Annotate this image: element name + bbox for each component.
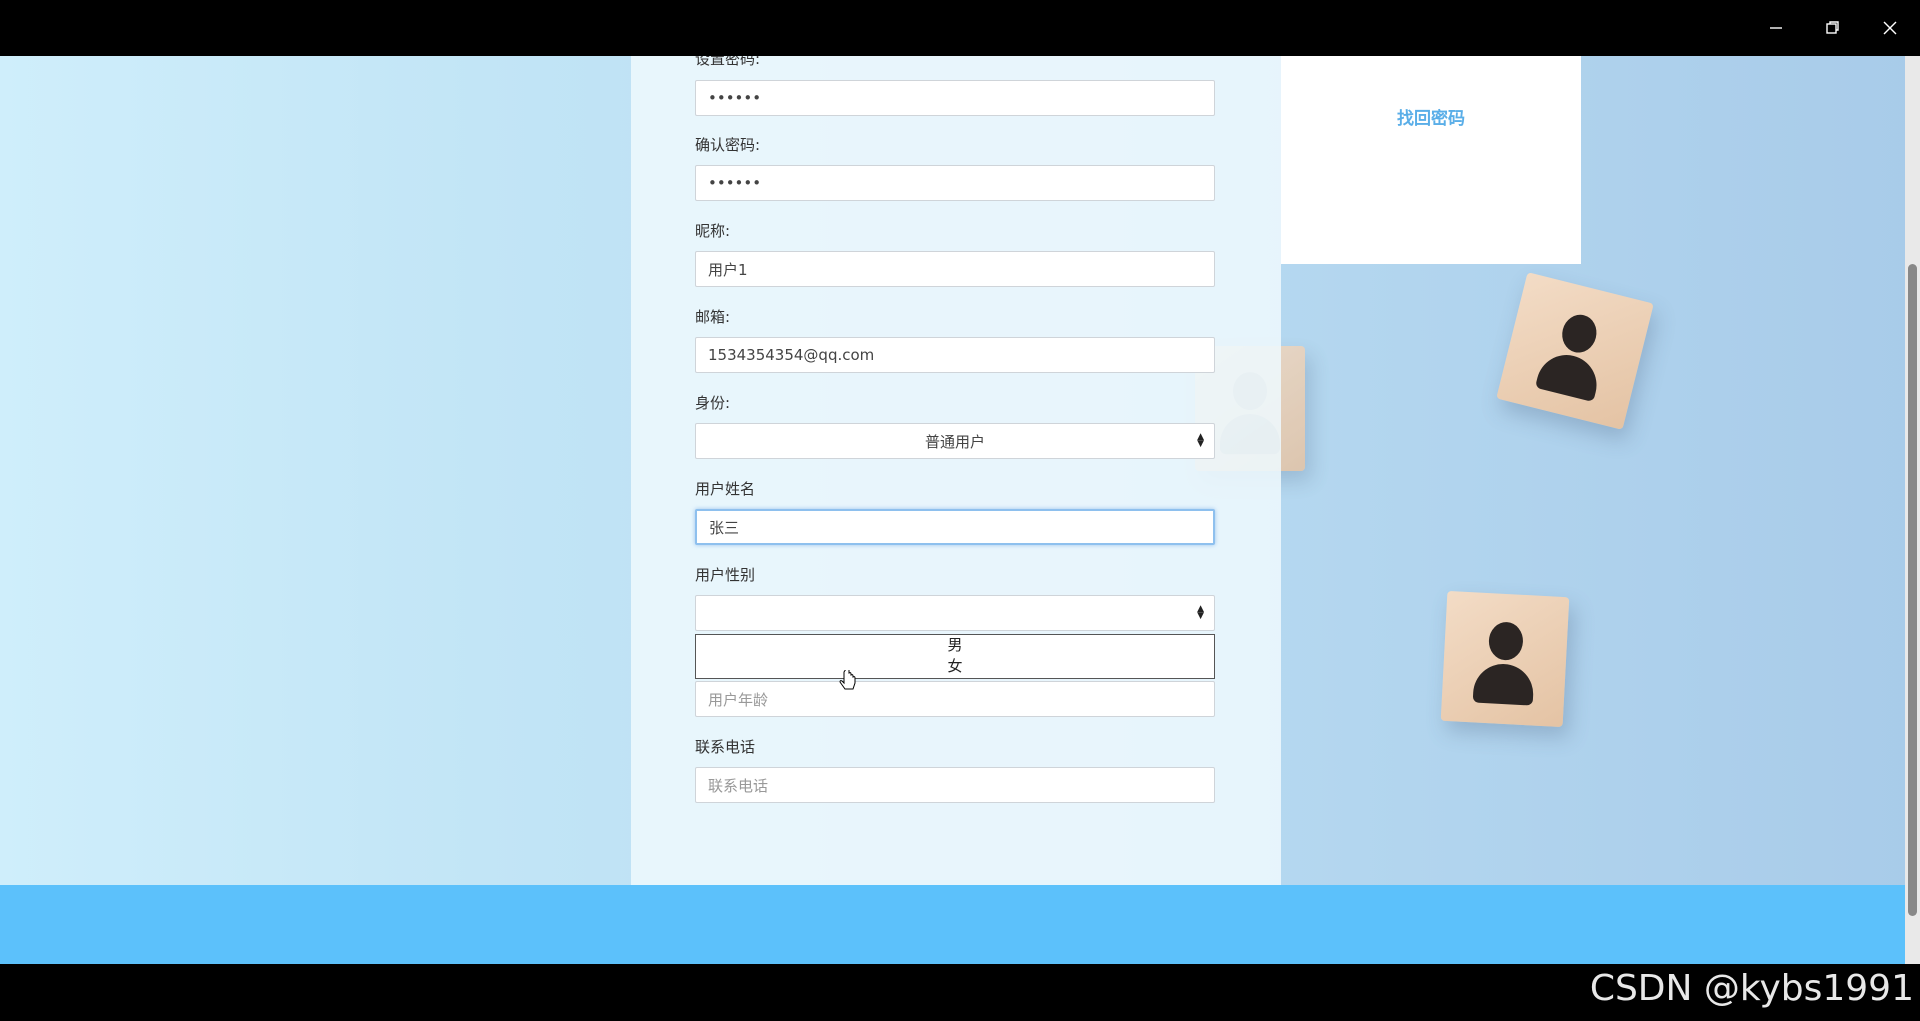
gender-option-female[interactable]: 女: [696, 656, 1214, 677]
page-viewport: 设置密码: •••••• 确认密码: •••••• 昵称: 用户1 邮箱: 15…: [0, 56, 1920, 964]
person-icon: [1534, 308, 1613, 403]
phone-label: 联系电话: [695, 738, 756, 756]
side-links-box: 找回密码: [1281, 56, 1581, 264]
scrollbar-thumb[interactable]: [1908, 264, 1917, 916]
age-field[interactable]: 用户年龄: [695, 681, 1215, 717]
find-password-link[interactable]: 找回密码: [1281, 104, 1581, 129]
restore-icon[interactable]: [1813, 8, 1853, 48]
select-arrows-icon: ▲ ▼: [1197, 604, 1204, 621]
minimize-icon[interactable]: [1756, 8, 1796, 48]
identity-label: 身份:: [695, 394, 731, 412]
watermark-text: CSDN @kybs1991: [1589, 968, 1914, 1009]
nickname-label: 昵称:: [695, 222, 731, 240]
realname-label: 用户姓名: [695, 480, 756, 498]
gender-label: 用户性别: [695, 566, 756, 584]
page-scrollbar[interactable]: [1905, 56, 1920, 964]
page-footer: [0, 885, 1905, 964]
phone-field[interactable]: 联系电话: [695, 767, 1215, 803]
email-label: 邮箱:: [695, 308, 731, 326]
gender-option-male[interactable]: 男: [696, 635, 1214, 656]
hand-cursor-icon: [839, 670, 856, 690]
register-panel: 设置密码: •••••• 确认密码: •••••• 昵称: 用户1 邮箱: 15…: [631, 56, 1281, 885]
user-block-image: [1496, 272, 1654, 430]
nickname-field[interactable]: 用户1: [695, 251, 1215, 287]
close-icon[interactable]: [1870, 8, 1910, 48]
identity-select[interactable]: 普通用户 ▲ ▼: [695, 423, 1215, 459]
user-block-image: [1440, 590, 1570, 728]
confirm-password-label: 确认密码:: [695, 136, 761, 154]
select-arrows-icon: ▲ ▼: [1197, 432, 1204, 449]
gender-select[interactable]: ▲ ▼: [695, 595, 1215, 631]
realname-field[interactable]: 张三: [695, 509, 1215, 545]
window-titlebar: [0, 0, 1920, 56]
person-icon: [1472, 621, 1537, 706]
password-label: 设置密码:: [695, 56, 761, 68]
identity-select-value: 普通用户: [924, 432, 985, 451]
confirm-password-field[interactable]: ••••••: [695, 165, 1215, 201]
gender-dropdown: 男 女: [695, 634, 1215, 679]
email-field[interactable]: 1534354354@qq.com: [695, 337, 1215, 373]
password-field[interactable]: ••••••: [695, 80, 1215, 116]
